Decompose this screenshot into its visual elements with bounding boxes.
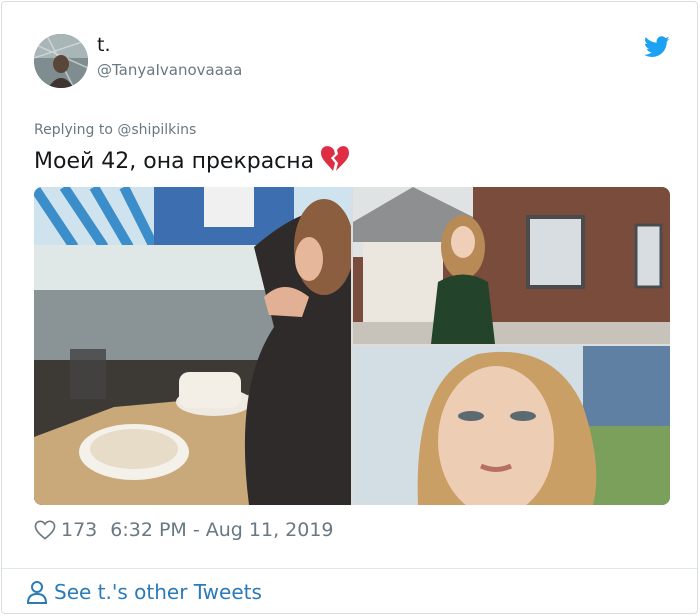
broken-heart-icon xyxy=(321,146,350,171)
replying-to-link[interactable]: @shipilkins xyxy=(117,122,196,138)
divider xyxy=(2,568,697,569)
see-other-tweets-link[interactable]: See t.'s other Tweets xyxy=(26,580,262,604)
replying-prefix: Replying to xyxy=(34,122,118,138)
tweet-card: t. @TanyaIvanovaaaa Replying to @shipilk… xyxy=(1,1,698,614)
twitter-bird-icon[interactable] xyxy=(644,36,670,58)
user-handle[interactable]: @TanyaIvanovaaaa xyxy=(97,61,242,79)
like-count: 173 xyxy=(61,519,98,541)
tweet-text: Моей 42, она прекрасна xyxy=(34,145,350,174)
photo-cafe[interactable] xyxy=(34,187,351,505)
person-icon xyxy=(26,581,48,604)
like-button[interactable]: 173 xyxy=(34,519,97,541)
tweet-text-content: Моей 42, она прекрасна xyxy=(34,149,315,174)
timestamp[interactable]: 6:32 PM - Aug 11, 2019 xyxy=(110,519,333,541)
see-other-tweets-label: See t.'s other Tweets xyxy=(54,580,262,604)
heart-icon xyxy=(34,520,56,540)
avatar-photo xyxy=(34,34,88,88)
replying-to: Replying to @shipilkins xyxy=(34,122,196,138)
tweet-meta: 173 6:32 PM - Aug 11, 2019 xyxy=(34,517,334,543)
display-name[interactable]: t. xyxy=(97,34,111,56)
photo-portrait[interactable] xyxy=(353,346,670,505)
photo-house[interactable] xyxy=(353,187,670,344)
avatar[interactable] xyxy=(34,34,88,88)
tweet-media xyxy=(34,187,670,505)
